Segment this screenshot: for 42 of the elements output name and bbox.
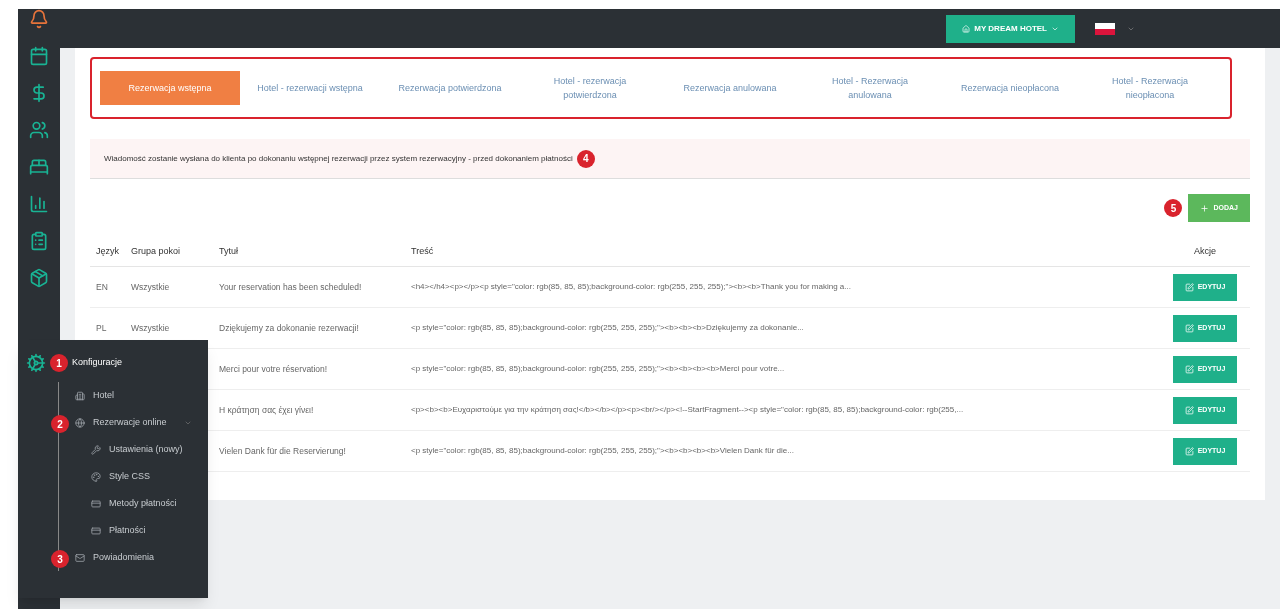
- table-cell-text: Your reservation has been scheduled!: [218, 280, 363, 294]
- table-cell: PL: [96, 322, 107, 333]
- tab[interactable]: Hotel - Rezerwacja anulowana: [800, 71, 940, 105]
- menu-item[interactable]: Style CSS: [109, 469, 150, 484]
- menu-item[interactable]: Rezerwacje online: [93, 415, 167, 430]
- tab[interactable]: Hotel - rezerwacja potwierdzona: [520, 71, 660, 105]
- table-cell: EN: [96, 281, 108, 292]
- table-cell-text: Vielen Dank für die Reservierung!: [218, 444, 347, 458]
- number-badge: 1: [50, 354, 68, 372]
- number-badge: 5: [1164, 199, 1183, 217]
- menu-item[interactable]: Powiadomienia: [93, 550, 155, 565]
- tab[interactable]: Rezerwacja nieopłacona: [940, 71, 1080, 105]
- menu-item[interactable]: Metody płatności: [109, 496, 177, 511]
- table-cell-text: Η κράτηση σας έχει γίνει!: [218, 403, 315, 417]
- tab[interactable]: Rezerwacja anulowana: [660, 71, 800, 105]
- table-cell-text: <p style="color: rgb(85, 85, 85);background-color: rgb(255, 255, 255);"><b><b><b><b>Vielen Dank für die...: [410, 445, 795, 457]
- menu-item[interactable]: Ustawienia (nowy): [109, 442, 183, 457]
- tab[interactable]: Hotel - Rezerwacja nieopłacona: [1080, 71, 1220, 105]
- number-badge: 4: [576, 149, 595, 168]
- number-badge: 3: [51, 550, 69, 568]
- menu-item[interactable]: Hotel: [93, 388, 114, 403]
- info-message: Wiadomość zostanie wysłana do klienta po dokonaniu wstępnej rezerwacji przez system rezerwacyjny - przed dokonaniem płatności: [104, 152, 573, 165]
- menu-item[interactable]: Płatności: [109, 523, 146, 538]
- table-cell: Wszystkie: [131, 322, 170, 333]
- column-header: Grupa pokoi: [130, 244, 182, 258]
- tab[interactable]: Hotel - rezerwacji wstępna: [240, 71, 380, 105]
- column-header: Tytuł: [218, 244, 239, 258]
- column-header: Język: [95, 244, 120, 258]
- hotel-button[interactable]: MY DREAM HOTEL: [946, 14, 1075, 43]
- table-cell-text: <p><b><b>Ευχαριστούμε για την κράτηση σας!</b></b></p><p><br/></p><!--StartFragment--><p style="color: rgb(85, 85, 85);background-color: rgb(255,...: [410, 404, 965, 416]
- column-header: Treść: [410, 244, 435, 258]
- column-header: Akcje: [1193, 244, 1217, 258]
- number-badge: 2: [51, 415, 69, 433]
- table-cell-text: Merci pour votre réservation!: [218, 362, 329, 376]
- table-cell: Wszystkie: [131, 281, 170, 292]
- table-cell-text: Dziękujemy za dokonanie rezerwacji!: [218, 321, 360, 335]
- table-cell-text: <p style="color: rgb(85, 85, 85);background-color: rgb(255, 255, 255);"><b><b><b>Dziękujemy za dokonanie...: [410, 322, 805, 334]
- menu-title: Konfiguracje: [72, 356, 123, 370]
- tab[interactable]: Rezerwacja potwierdzona: [380, 71, 520, 105]
- table-cell-text: <h4></h4><p></p><p style="color: rgb(85, 85, 85);background-color: rgb(255, 255, 255);"><b><b>Thank you for making a...: [410, 281, 852, 293]
- tab[interactable]: Rezerwacja wstępna: [100, 71, 240, 105]
- table-cell-text: <p style="color: rgb(85, 85, 85);background-color: rgb(255, 255, 255);"><b><b><b><b>Merci pour votre...: [410, 363, 786, 375]
